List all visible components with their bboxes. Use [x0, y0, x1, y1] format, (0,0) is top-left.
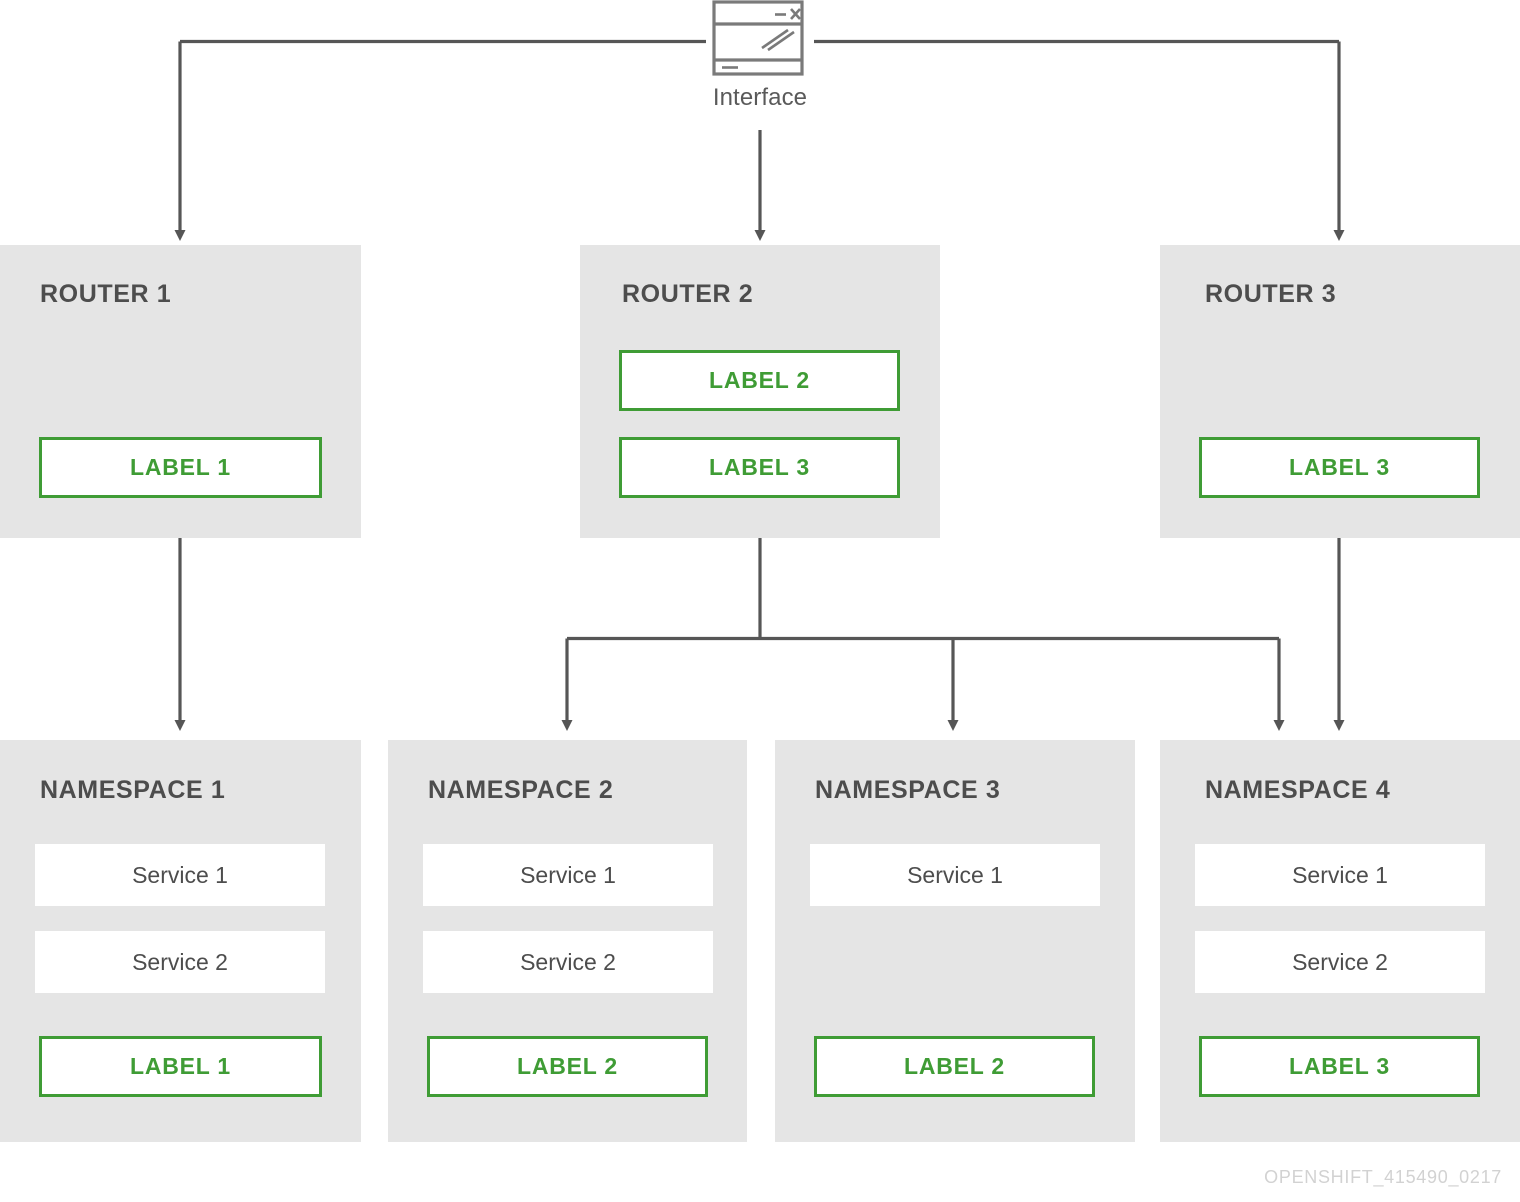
namespace-2-service-1[interactable]: Service 1	[423, 844, 713, 906]
namespace-3-panel[interactable]: NAMESPACE 3 Service 1 LABEL 2	[775, 740, 1135, 1142]
router-1-label-1[interactable]: LABEL 1	[39, 437, 322, 498]
namespace-4-service-2[interactable]: Service 2	[1195, 931, 1485, 993]
namespace-2-panel[interactable]: NAMESPACE 2 Service 1 Service 2 LABEL 2	[388, 740, 747, 1142]
interface-caption: Interface	[712, 84, 808, 111]
namespace-3-label[interactable]: LABEL 2	[814, 1036, 1095, 1097]
document-id-watermark: OPENSHIFT_415490_0217	[1264, 1167, 1502, 1187]
namespace-1-label[interactable]: LABEL 1	[39, 1036, 322, 1097]
diagram-canvas: Interface ROUTER 1 LABEL 1 ROUTER 2 LABE…	[0, 0, 1520, 1202]
namespace-1-service-2[interactable]: Service 2	[35, 931, 325, 993]
router-2-title: ROUTER 2	[622, 280, 754, 308]
namespace-2-title: NAMESPACE 2	[428, 776, 614, 804]
namespace-2-label[interactable]: LABEL 2	[427, 1036, 708, 1097]
router-3-title: ROUTER 3	[1205, 280, 1337, 308]
router-3-panel[interactable]: ROUTER 3 LABEL 3	[1160, 245, 1520, 538]
namespace-1-service-1[interactable]: Service 1	[35, 844, 325, 906]
window-interface-icon	[712, 0, 804, 76]
router-2-label-2[interactable]: LABEL 3	[619, 437, 900, 498]
namespace-1-title: NAMESPACE 1	[40, 776, 226, 804]
namespace-2-service-2[interactable]: Service 2	[423, 931, 713, 993]
namespace-4-panel[interactable]: NAMESPACE 4 Service 1 Service 2 LABEL 3	[1160, 740, 1520, 1142]
namespace-4-label[interactable]: LABEL 3	[1199, 1036, 1480, 1097]
namespace-4-title: NAMESPACE 4	[1205, 776, 1391, 804]
router-1-panel[interactable]: ROUTER 1 LABEL 1	[0, 245, 361, 538]
namespace-3-service-1[interactable]: Service 1	[810, 844, 1100, 906]
namespace-3-title: NAMESPACE 3	[815, 776, 1001, 804]
namespace-1-panel[interactable]: NAMESPACE 1 Service 1 Service 2 LABEL 1	[0, 740, 361, 1142]
namespace-4-service-1[interactable]: Service 1	[1195, 844, 1485, 906]
router-3-label-1[interactable]: LABEL 3	[1199, 437, 1480, 498]
router-1-title: ROUTER 1	[40, 280, 172, 308]
router-2-label-1[interactable]: LABEL 2	[619, 350, 900, 411]
interface-node[interactable]: Interface	[712, 0, 808, 112]
router-2-panel[interactable]: ROUTER 2 LABEL 2 LABEL 3	[580, 245, 940, 538]
